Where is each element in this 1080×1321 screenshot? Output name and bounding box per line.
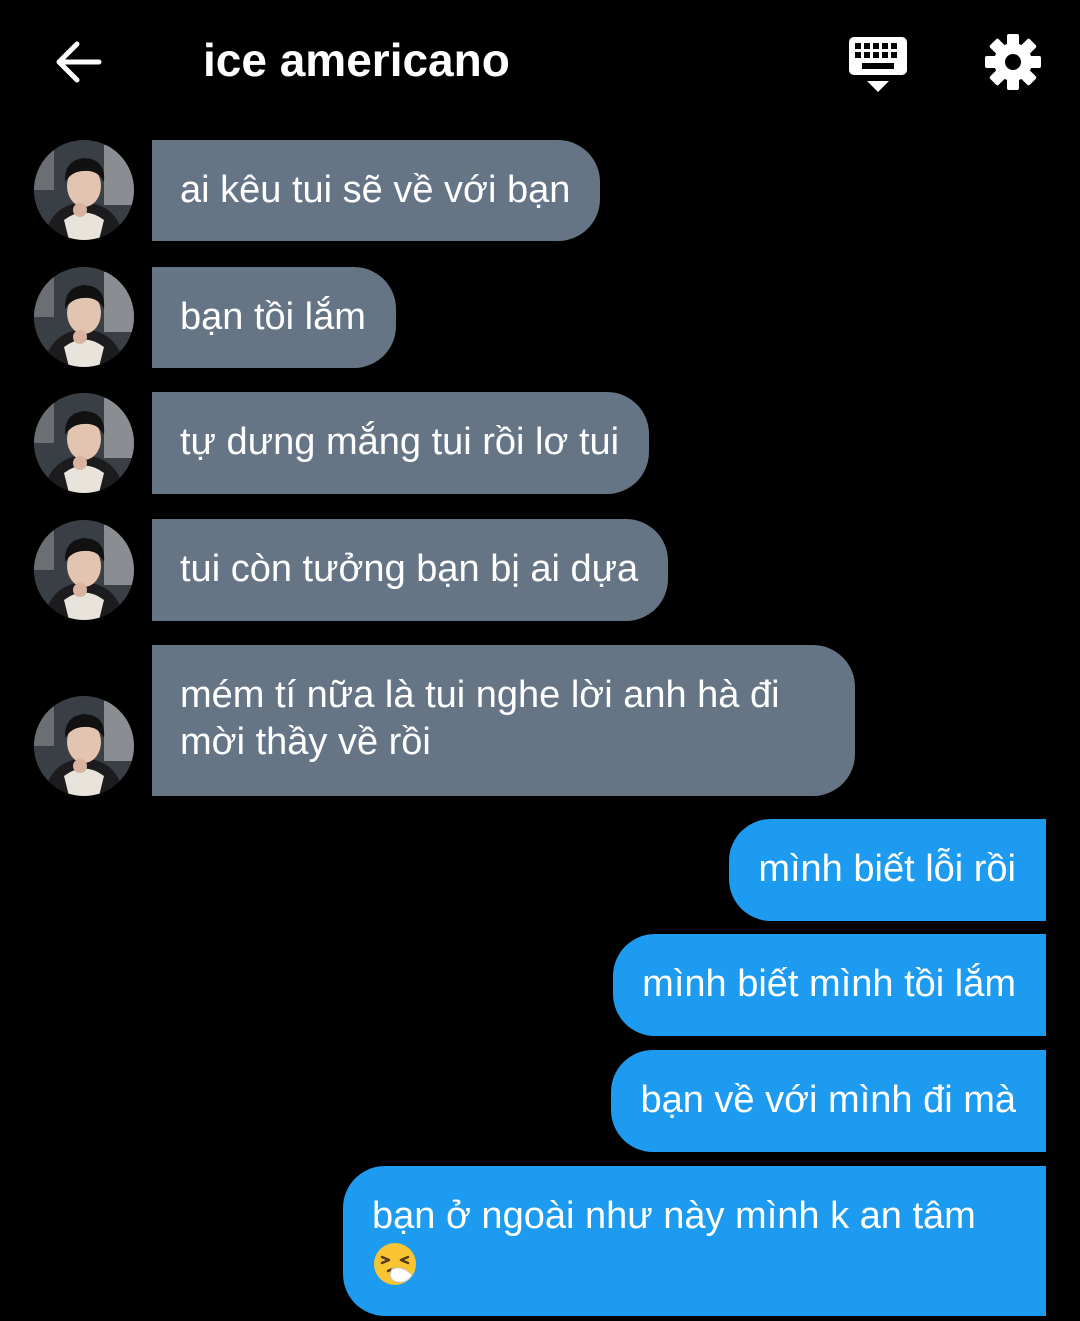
- message-text: tự dưng mắng tui rồi lơ tui: [180, 421, 620, 463]
- gear-icon: [985, 34, 1041, 90]
- message-text: ai kêu tui sẽ về với bạn: [180, 169, 571, 211]
- avatar-photo: [34, 140, 134, 240]
- settings-button[interactable]: [983, 32, 1043, 92]
- keyboard-icon: [849, 37, 907, 92]
- incoming-message-bubble[interactable]: mém tí nữa là tui nghe lời anh hà đi mời…: [152, 645, 855, 796]
- avatar[interactable]: [34, 393, 134, 493]
- avatar[interactable]: [34, 696, 134, 796]
- message-text-line: bạn ở ngoài như này mình k an tâm: [372, 1195, 976, 1237]
- keyboard-button[interactable]: [846, 34, 910, 96]
- message-text-line: mém tí nữa là tui nghe lời anh hà đi: [180, 674, 780, 716]
- incoming-message-bubble[interactable]: tự dưng mắng tui rồi lơ tui: [152, 392, 650, 494]
- avatar[interactable]: [34, 140, 134, 240]
- outgoing-message-bubble[interactable]: bạn về với mình đi mà: [611, 1050, 1046, 1152]
- incoming-message-bubble[interactable]: tui còn tưởng bạn bị ai dựa: [152, 519, 669, 621]
- outgoing-message-bubble[interactable]: mình biết mình tồi lắm: [613, 934, 1046, 1036]
- avatar-photo: [34, 520, 134, 620]
- avatar-photo: [34, 267, 134, 367]
- message-text: mình biết mình tồi lắm: [642, 963, 1016, 1005]
- avatar-photo: [34, 696, 134, 796]
- chat-title: ice americano: [203, 34, 510, 86]
- incoming-message-bubble[interactable]: bạn tồi lắm: [152, 267, 396, 368]
- message-text: tui còn tưởng bạn bị ai dựa: [180, 548, 639, 590]
- avatar-photo: [34, 393, 134, 493]
- avatar[interactable]: [34, 520, 134, 620]
- message-text: mình biết lỗi rồi: [758, 848, 1016, 890]
- sneezing-face-icon: [374, 1242, 416, 1285]
- message-text: bạn tồi lắm: [180, 296, 366, 338]
- message-text-line: mời thầy về rồi: [180, 721, 431, 763]
- back-button[interactable]: [48, 34, 108, 90]
- incoming-message-bubble[interactable]: ai kêu tui sẽ về với bạn: [152, 140, 601, 241]
- arrow-left-icon: [56, 41, 102, 83]
- outgoing-message-bubble[interactable]: bạn ở ngoài như này mình k an tâm: [343, 1166, 1046, 1316]
- header-bar: ice americano: [0, 0, 1080, 120]
- outgoing-message-bubble[interactable]: mình biết lỗi rồi: [729, 819, 1046, 921]
- avatar[interactable]: [34, 267, 134, 367]
- message-text: bạn về với mình đi mà: [640, 1079, 1016, 1121]
